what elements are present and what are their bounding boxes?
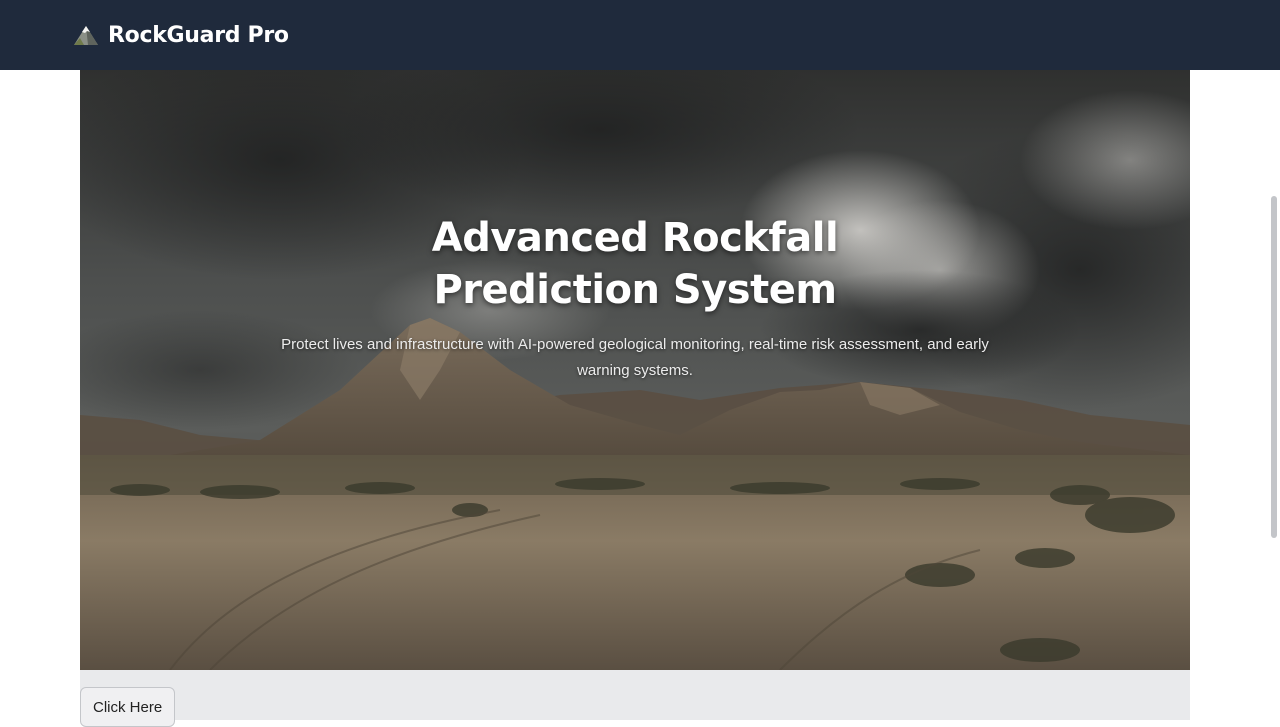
scrollbar-thumb[interactable] bbox=[1271, 196, 1277, 538]
hero-title: Advanced Rockfall Prediction System bbox=[431, 215, 839, 313]
scrollbar[interactable] bbox=[1268, 70, 1280, 720]
main-content: Advanced Rockfall Prediction System Prot… bbox=[80, 70, 1190, 727]
click-here-button[interactable]: Click Here bbox=[80, 687, 176, 727]
hero-section: Advanced Rockfall Prediction System Prot… bbox=[80, 70, 1190, 670]
brand[interactable]: RockGuard Pro bbox=[72, 20, 289, 50]
hero-text: Advanced Rockfall Prediction System Prot… bbox=[80, 70, 1190, 670]
top-navbar: RockGuard Pro bbox=[0, 0, 1280, 70]
brand-name: RockGuard Pro bbox=[108, 22, 289, 48]
hero-subtitle: Protect lives and infrastructure with AI… bbox=[281, 336, 989, 379]
mountain-icon bbox=[74, 26, 98, 45]
